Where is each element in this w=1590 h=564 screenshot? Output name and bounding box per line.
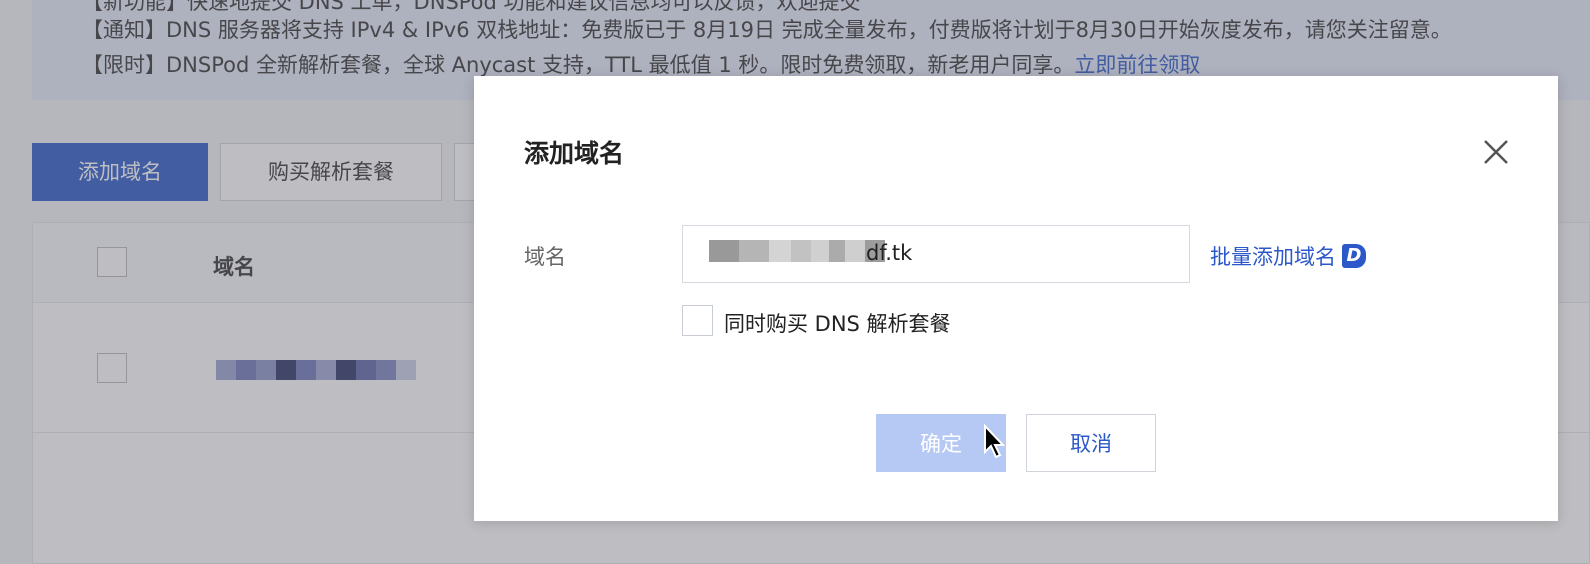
domain-label: 域名 [524, 245, 566, 269]
mouse-pointer-icon [983, 423, 1007, 464]
redacted-domain-prefix [709, 240, 885, 262]
dialog-title: 添加域名 [524, 139, 625, 168]
buy-dns-package-checkbox[interactable] [682, 305, 713, 336]
domain-input[interactable]: df.tk [682, 225, 1190, 283]
domain-value: df.tk [866, 241, 913, 265]
cancel-button[interactable]: 取消 [1026, 414, 1156, 472]
add-domain-dialog: 添加域名 域名 df.tk 批量添加域名 D 同时购买 DNS 解析套餐 确定 … [474, 76, 1558, 521]
d-logo-icon: D [1342, 244, 1366, 268]
bulk-add-label: 批量添加域名 [1210, 245, 1336, 269]
buy-dns-package-label: 同时购买 DNS 解析套餐 [724, 312, 951, 336]
bulk-add-link[interactable]: 批量添加域名 D [1210, 241, 1366, 271]
close-icon[interactable] [1480, 136, 1512, 168]
